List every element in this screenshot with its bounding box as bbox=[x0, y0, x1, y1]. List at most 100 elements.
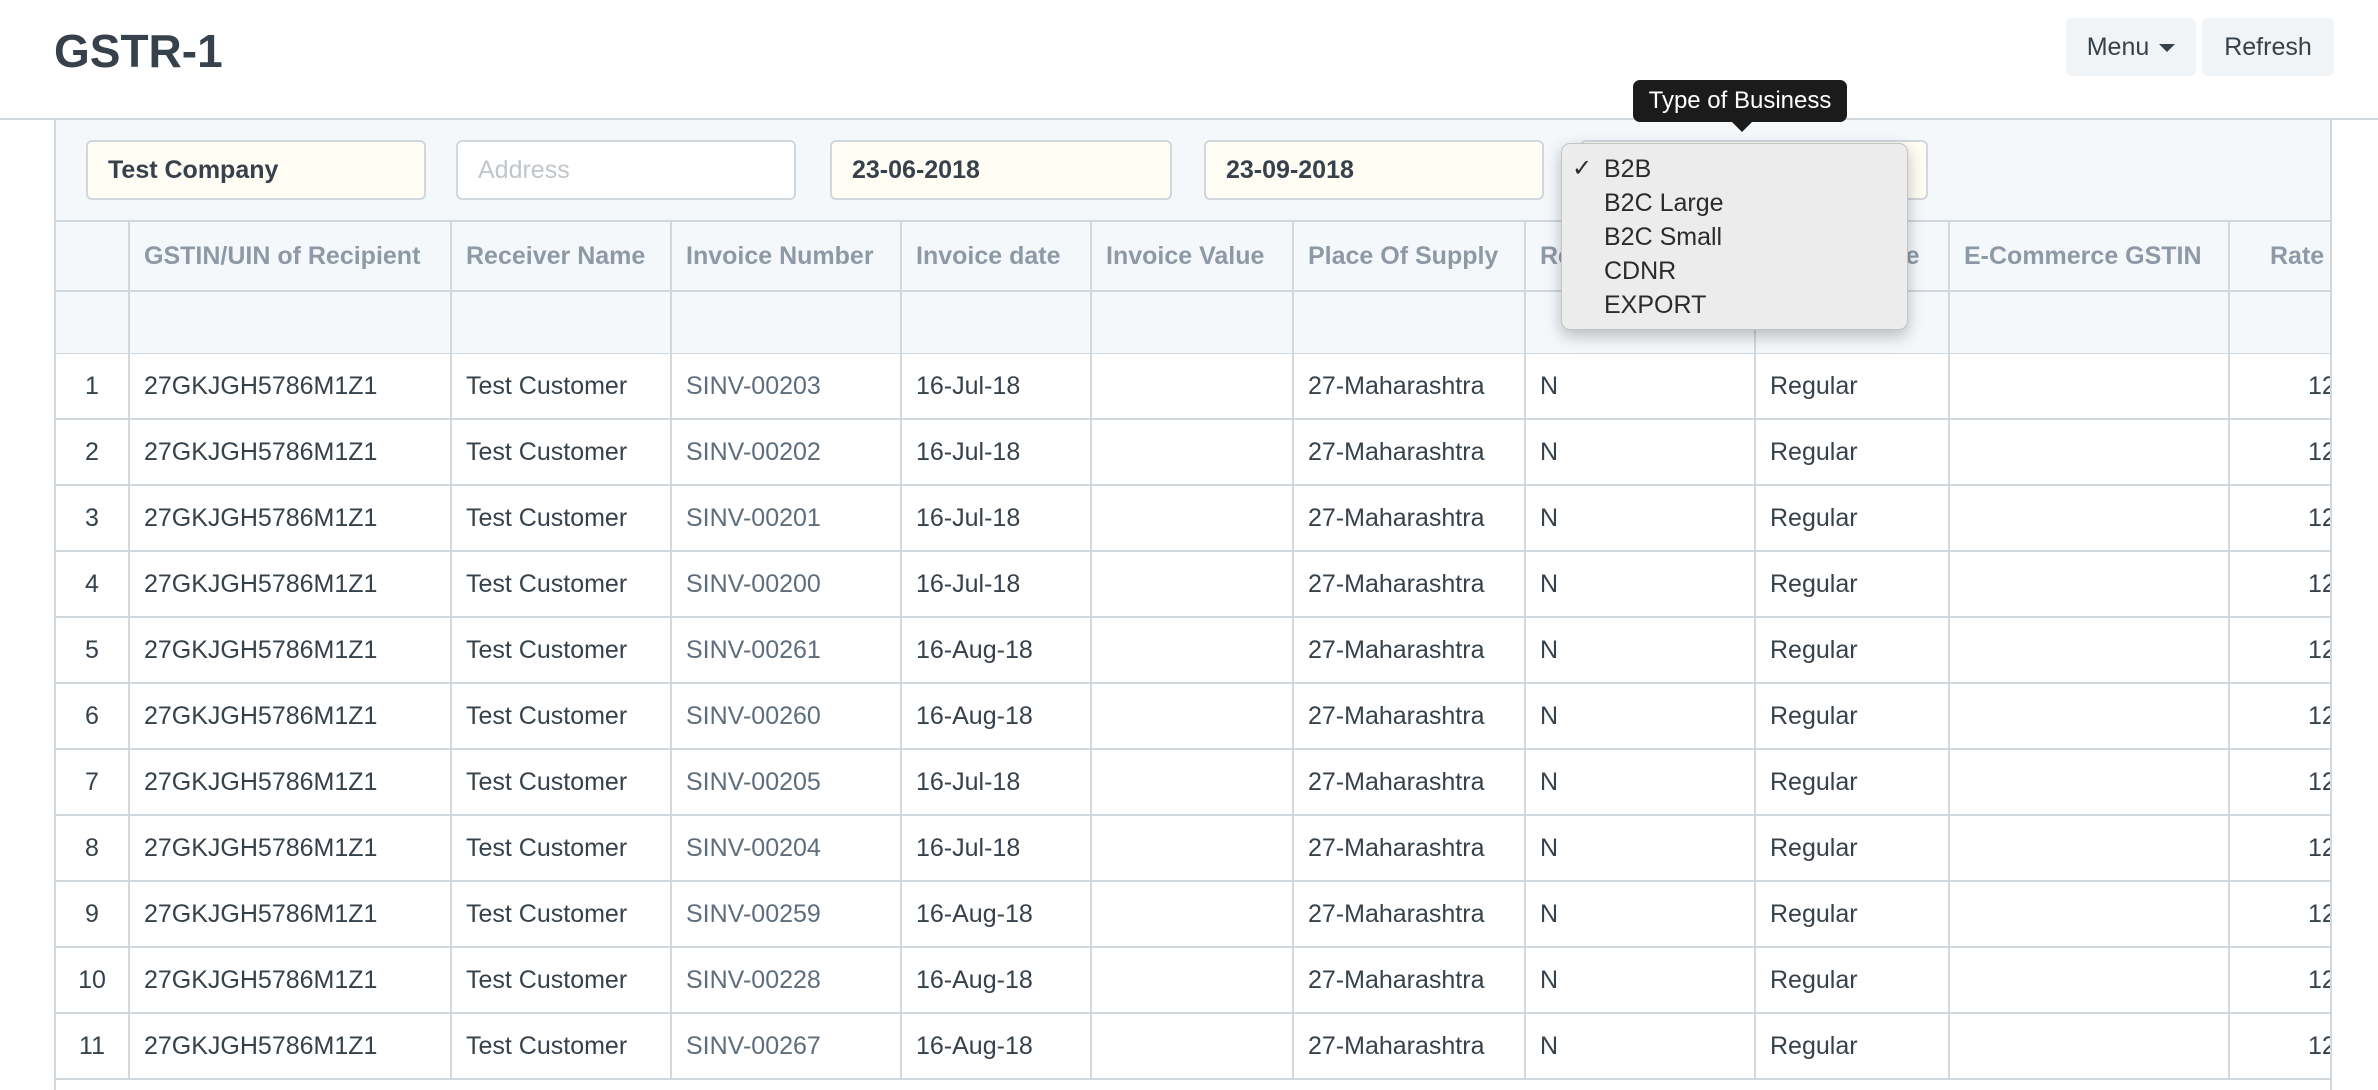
cell-place-of-supply: 27-Maharashtra bbox=[1294, 684, 1526, 748]
cell-invoice-number[interactable]: SINV-00267 bbox=[672, 1014, 902, 1078]
column-filter-invoice-value[interactable] bbox=[1092, 290, 1294, 353]
cell-invoice-number[interactable]: SINV-00201 bbox=[672, 486, 902, 550]
cell-gstin: 27GKJGH5786M1Z1 bbox=[130, 948, 452, 1012]
filter-cell-index bbox=[56, 290, 130, 353]
cell-reverse-charge: N bbox=[1526, 354, 1756, 418]
cell-place-of-supply: 27-Maharashtra bbox=[1294, 420, 1526, 484]
column-filter-invoice-date[interactable] bbox=[902, 290, 1092, 353]
dropdown-option-label: B2C Small bbox=[1604, 223, 1723, 251]
cell-invoice-number[interactable]: SINV-00259 bbox=[672, 882, 902, 946]
column-filter-gstin[interactable] bbox=[130, 290, 452, 353]
cell-receiver-name: Test Customer bbox=[452, 684, 672, 748]
table-row[interactable]: 11 27GKJGH5786M1Z1 Test Customer SINV-00267… bbox=[56, 1014, 2330, 1080]
cell-invoice-value bbox=[1092, 486, 1294, 550]
cell-reverse-charge: N bbox=[1526, 948, 1756, 1012]
cell-invoice-date: 16-Aug-18 bbox=[902, 684, 1092, 748]
cell-invoice-number[interactable]: SINV-00205 bbox=[672, 750, 902, 814]
cell-rate: 12 bbox=[2308, 570, 2330, 598]
cell-invoice-number[interactable]: SINV-00260 bbox=[672, 684, 902, 748]
column-header-invoice-value[interactable]: Invoice Value bbox=[1092, 222, 1294, 290]
column-header-invoice-number[interactable]: Invoice Number bbox=[672, 222, 902, 290]
column-header-ecommerce-gstin[interactable]: E-Commerce GSTIN bbox=[1950, 222, 2230, 290]
column-header-place-of-supply[interactable]: Place Of Supply bbox=[1294, 222, 1526, 290]
cell-gstin: 27GKJGH5786M1Z1 bbox=[130, 618, 452, 682]
cell-invoice-date: 16-Jul-18 bbox=[902, 552, 1092, 616]
cell-ecommerce-gstin bbox=[1950, 486, 2230, 550]
cell-rate: 12 bbox=[2308, 372, 2330, 400]
table-row[interactable]: 10 27GKJGH5786M1Z1 Test Customer SINV-00228… bbox=[56, 948, 2330, 1014]
cell-receiver-name: Test Customer bbox=[452, 948, 672, 1012]
filter-bar bbox=[56, 120, 2330, 220]
column-filter-ecommerce-gstin[interactable] bbox=[1950, 290, 2230, 353]
table-row[interactable]: 6 27GKJGH5786M1Z1 Test Customer SINV-00260 1… bbox=[56, 684, 2330, 750]
cell-place-of-supply: 27-Maharashtra bbox=[1294, 618, 1526, 682]
column-header-receiver-name[interactable]: Receiver Name bbox=[452, 222, 672, 290]
column-header-gstin[interactable]: GSTIN/UIN of Recipient bbox=[130, 222, 452, 290]
cell-invoice-type: Regular bbox=[1756, 552, 1950, 616]
address-filter[interactable] bbox=[456, 140, 796, 200]
cell-invoice-date: 16-Jul-18 bbox=[902, 354, 1092, 418]
company-filter[interactable] bbox=[86, 140, 426, 200]
cell-rate: 12 bbox=[2308, 702, 2330, 730]
cell-invoice-type: Regular bbox=[1756, 486, 1950, 550]
cell-rate: 12 bbox=[2308, 966, 2330, 994]
to-date-filter[interactable] bbox=[1204, 140, 1544, 200]
table-row[interactable]: 2 27GKJGH5786M1Z1 Test Customer SINV-00202 1… bbox=[56, 420, 2330, 486]
cell-invoice-number[interactable]: SINV-00261 bbox=[672, 618, 902, 682]
cell-invoice-value bbox=[1092, 816, 1294, 880]
from-date-filter[interactable] bbox=[830, 140, 1172, 200]
dropdown-option-cdnr[interactable]: CDNR bbox=[1562, 254, 1907, 288]
cell-invoice-number[interactable]: SINV-00200 bbox=[672, 552, 902, 616]
dropdown-option-label: B2C Large bbox=[1604, 189, 1724, 217]
dropdown-option-export[interactable]: EXPORT bbox=[1562, 288, 1907, 322]
column-header-index bbox=[56, 222, 130, 290]
cell-rate: 12 bbox=[2308, 636, 2330, 664]
cell-invoice-number[interactable]: SINV-00203 bbox=[672, 354, 902, 418]
column-header-invoice-date[interactable]: Invoice date bbox=[902, 222, 1092, 290]
cell-invoice-number[interactable]: SINV-00228 bbox=[672, 948, 902, 1012]
cell-receiver-name: Test Customer bbox=[452, 552, 672, 616]
cell-invoice-value bbox=[1092, 354, 1294, 418]
dropdown-option-b2b[interactable]: ✓ B2B bbox=[1562, 152, 1907, 186]
table-row[interactable]: 3 27GKJGH5786M1Z1 Test Customer SINV-00201 1… bbox=[56, 486, 2330, 552]
table-row[interactable]: 1 27GKJGH5786M1Z1 Test Customer SINV-00203 1… bbox=[56, 354, 2330, 420]
cell-gstin: 27GKJGH5786M1Z1 bbox=[130, 354, 452, 418]
table-row[interactable]: 9 27GKJGH5786M1Z1 Test Customer SINV-00259 1… bbox=[56, 882, 2330, 948]
cell-invoice-value bbox=[1092, 948, 1294, 1012]
column-filter-place-of-supply[interactable] bbox=[1294, 290, 1526, 353]
column-filter-rate[interactable] bbox=[2230, 290, 2330, 353]
refresh-button[interactable]: Refresh bbox=[2202, 18, 2334, 76]
cell-reverse-charge: N bbox=[1526, 684, 1756, 748]
type-of-business-dropdown: ✓ B2B B2C Large B2C Small CDNR EXPORT bbox=[1561, 143, 1908, 330]
cell-gstin: 27GKJGH5786M1Z1 bbox=[130, 816, 452, 880]
column-filter-receiver-name[interactable] bbox=[452, 290, 672, 353]
cell-ecommerce-gstin bbox=[1950, 354, 2230, 418]
menu-button[interactable]: Menu bbox=[2066, 18, 2196, 76]
dropdown-option-b2c-large[interactable]: B2C Large bbox=[1562, 186, 1907, 220]
cell-invoice-date: 16-Aug-18 bbox=[902, 882, 1092, 946]
column-header-rate[interactable]: Rate bbox=[2230, 222, 2330, 290]
cell-invoice-type: Regular bbox=[1756, 354, 1950, 418]
table-header: GSTIN/UIN of Recipient Receiver Name Invoi… bbox=[56, 220, 2330, 354]
dropdown-option-b2c-small[interactable]: B2C Small bbox=[1562, 220, 1907, 254]
table-row[interactable]: 8 27GKJGH5786M1Z1 Test Customer SINV-00204 1… bbox=[56, 816, 2330, 882]
table-row[interactable]: 7 27GKJGH5786M1Z1 Test Customer SINV-00205 1… bbox=[56, 750, 2330, 816]
cell-ecommerce-gstin bbox=[1950, 420, 2230, 484]
cell-reverse-charge: N bbox=[1526, 1014, 1756, 1078]
table-row[interactable]: 5 27GKJGH5786M1Z1 Test Customer SINV-00261 1… bbox=[56, 618, 2330, 684]
cell-reverse-charge: N bbox=[1526, 750, 1756, 814]
cell-place-of-supply: 27-Maharashtra bbox=[1294, 1014, 1526, 1078]
cell-invoice-number[interactable]: SINV-00202 bbox=[672, 420, 902, 484]
cell-rate: 12 bbox=[2308, 768, 2330, 796]
dropdown-option-label: B2B bbox=[1604, 155, 1652, 183]
cell-invoice-number[interactable]: SINV-00204 bbox=[672, 816, 902, 880]
cell-row-index: 5 bbox=[56, 618, 130, 682]
cell-invoice-value bbox=[1092, 552, 1294, 616]
table-row[interactable]: 4 27GKJGH5786M1Z1 Test Customer SINV-00200 1… bbox=[56, 552, 2330, 618]
cell-rate: 12 bbox=[2308, 504, 2330, 532]
cell-reverse-charge: N bbox=[1526, 486, 1756, 550]
cell-place-of-supply: 27-Maharashtra bbox=[1294, 948, 1526, 1012]
column-filter-invoice-number[interactable] bbox=[672, 290, 902, 353]
cell-ecommerce-gstin bbox=[1950, 1014, 2230, 1078]
cell-invoice-date: 16-Aug-18 bbox=[902, 948, 1092, 1012]
